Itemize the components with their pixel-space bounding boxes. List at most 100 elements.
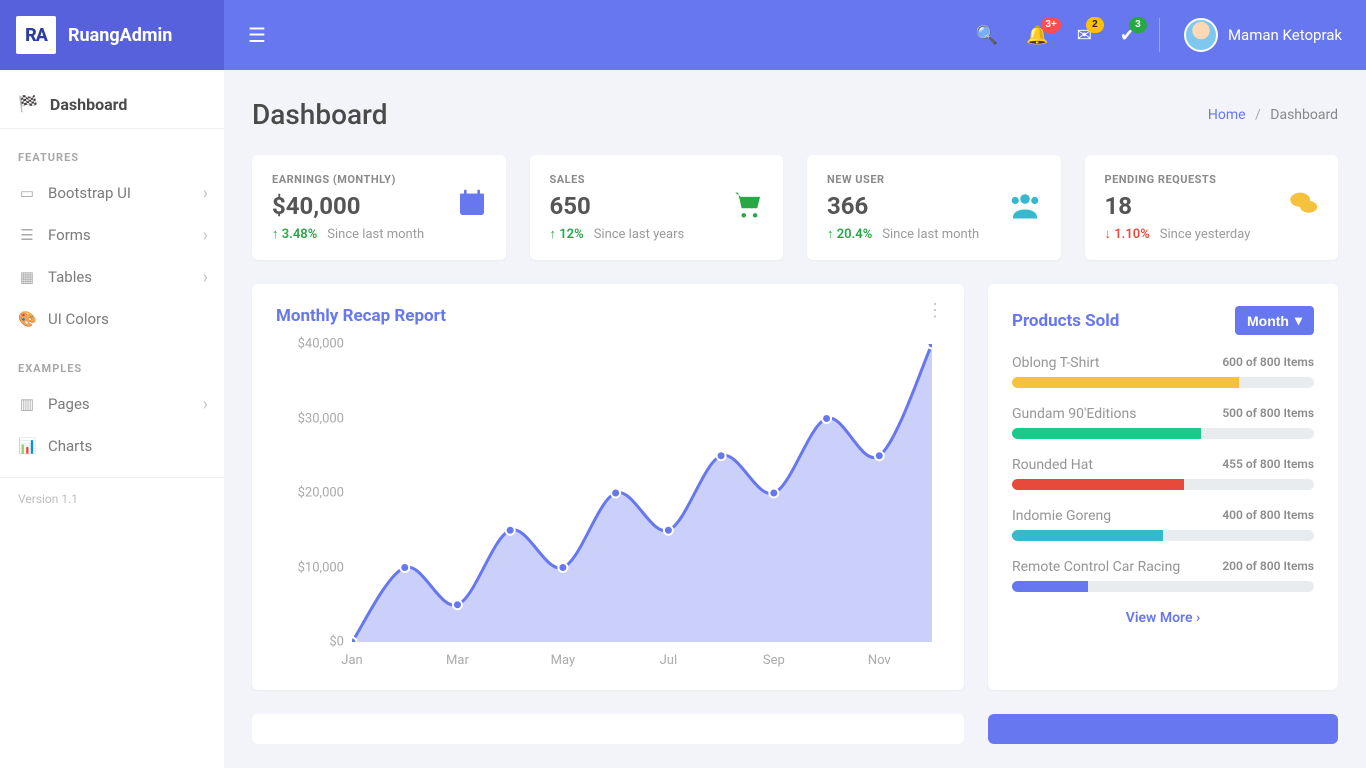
cart-icon <box>731 187 765 229</box>
main: ☰ 🔍 🔔3+ ✉2 ✔3 Maman Ketoprak Dashboard H… <box>224 0 1366 768</box>
sidebar-heading-features: FEATURES <box>0 129 224 172</box>
chart-icon: 📊 <box>18 437 36 455</box>
product-item: Oblong T-Shirt 600 of 800 Items <box>1012 355 1314 388</box>
brand[interactable]: RA RuangAdmin <box>0 0 224 70</box>
table-icon: ▦ <box>18 268 36 286</box>
view-more-link[interactable]: View More <box>1012 610 1314 626</box>
version-text: Version 1.1 <box>0 478 224 520</box>
sidebar-item-pages[interactable]: ▥ Pages <box>0 383 224 425</box>
sidebar: RA RuangAdmin 🏁 Dashboard FEATURES ▭ Boo… <box>0 0 224 768</box>
progress-fill <box>1012 581 1088 592</box>
sidebar-item-label: Bootstrap UI <box>48 184 131 202</box>
progress-fill <box>1012 377 1239 388</box>
sidebar-item-label: Pages <box>48 395 90 413</box>
progress-fill <box>1012 479 1184 490</box>
stat-card: PENDING REQUESTS 18 ↓ 1.10% Since yester… <box>1085 155 1339 260</box>
tasks-badge: 3 <box>1129 17 1147 33</box>
x-axis-label: Nov <box>868 653 891 668</box>
sidebar-item-label: Dashboard <box>50 95 127 114</box>
search-icon[interactable]: 🔍 <box>976 25 998 46</box>
tasks-icon[interactable]: ✔3 <box>1120 25 1135 46</box>
palette-icon: 🎨 <box>18 310 36 328</box>
chart-title: Monthly Recap Report <box>276 306 940 326</box>
product-name: Gundam 90'Editions <box>1012 406 1136 422</box>
y-axis-label: $30,000 <box>276 411 344 426</box>
progress-track <box>1012 479 1314 490</box>
stat-cards-row: EARNINGS (MONTHLY) $40,000 ↑ 3.48% Since… <box>252 155 1338 260</box>
bell-icon[interactable]: 🔔3+ <box>1026 25 1048 46</box>
chart-area: $0$10,000$20,000$30,000$40,000JanMarMayJ… <box>276 338 940 668</box>
sidebar-item-tables[interactable]: ▦ Tables <box>0 256 224 298</box>
sidebar-item-label: Tables <box>48 268 92 286</box>
monthly-recap-card: Monthly Recap Report ⋮ $0 $10,000 $20,000 $… <box>252 284 964 690</box>
stat-change: ↑ 20.4% <box>827 226 872 242</box>
products-list: Oblong T-Shirt 600 of 800 Items Gundam 9… <box>1012 355 1314 592</box>
product-count: 400 of 800 Items <box>1222 508 1314 524</box>
stat-label: NEW USER <box>827 173 1041 186</box>
sidebar-heading-examples: EXAMPLES <box>0 340 224 383</box>
products-sold-card: Products Sold Month ▾ Oblong T-Shirt 600… <box>988 284 1338 690</box>
sidebar-item-forms[interactable]: ☰ Forms <box>0 214 224 256</box>
page-content: Dashboard Home / Dashboard EARNINGS (MON… <box>224 70 1366 768</box>
line-chart <box>352 344 932 642</box>
gauge-icon: 🏁 <box>18 94 38 114</box>
user-menu[interactable]: Maman Ketoprak <box>1184 18 1342 52</box>
breadcrumb: Home / Dashboard <box>1208 107 1338 123</box>
mail-badge: 2 <box>1086 17 1104 33</box>
sidebar-item-label: Charts <box>48 437 92 455</box>
stat-change: ↑ 12% <box>550 226 584 242</box>
sidebar-item-bootstrap-ui[interactable]: ▭ Bootstrap UI <box>0 172 224 214</box>
sidebar-item-charts[interactable]: 📊 Charts <box>0 425 224 467</box>
stat-change: ↑ 3.48% <box>272 226 317 242</box>
stat-card: EARNINGS (MONTHLY) $40,000 ↑ 3.48% Since… <box>252 155 506 260</box>
brand-logo: RA <box>16 16 56 54</box>
breadcrumb-home[interactable]: Home <box>1208 107 1246 123</box>
form-icon: ☰ <box>18 226 36 244</box>
brand-name: RuangAdmin <box>68 25 172 46</box>
sidebar-item-dashboard[interactable]: 🏁 Dashboard <box>0 80 224 128</box>
page-title: Dashboard <box>252 98 387 131</box>
product-count: 200 of 800 Items <box>1222 559 1314 575</box>
sidebar-item-label: UI Colors <box>48 310 109 328</box>
product-name: Rounded Hat <box>1012 457 1093 473</box>
stat-label: EARNINGS (MONTHLY) <box>272 173 486 186</box>
progress-track <box>1012 428 1314 439</box>
products-period-label: Month <box>1247 313 1289 329</box>
x-axis-label: Mar <box>446 653 469 668</box>
sidebar-nav: 🏁 Dashboard FEATURES ▭ Bootstrap UI ☰ Fo… <box>0 70 224 768</box>
x-axis-label: Sep <box>763 653 785 668</box>
stat-card: NEW USER 366 ↑ 20.4% Since last month <box>807 155 1061 260</box>
avatar <box>1184 18 1218 52</box>
sidebar-item-label: Forms <box>48 226 91 244</box>
progress-fill <box>1012 428 1201 439</box>
comments-icon <box>1286 187 1320 229</box>
sidebar-item-ui-colors[interactable]: 🎨 UI Colors <box>0 298 224 340</box>
product-name: Remote Control Car Racing <box>1012 559 1180 575</box>
chart-menu-icon[interactable]: ⋮ <box>926 306 944 317</box>
stat-since: Since last month <box>327 227 424 242</box>
stat-value: $40,000 <box>272 192 486 220</box>
product-item: Remote Control Car Racing 200 of 800 Ite… <box>1012 559 1314 592</box>
menu-toggle-icon[interactable]: ☰ <box>248 23 266 48</box>
secondary-card-left <box>252 714 964 744</box>
topbar-separator <box>1159 18 1160 52</box>
columns-icon: ▥ <box>18 395 36 413</box>
progress-track <box>1012 581 1314 592</box>
y-axis-label: $20,000 <box>276 486 344 501</box>
stat-label: PENDING REQUESTS <box>1105 173 1319 186</box>
y-axis-label: $40,000 <box>276 337 344 352</box>
mail-icon[interactable]: ✉2 <box>1077 25 1092 46</box>
y-axis-label: $0 <box>276 635 344 650</box>
product-name: Indomie Goreng <box>1012 508 1111 524</box>
bell-badge: 3+ <box>1041 17 1060 33</box>
stat-since: Since last years <box>594 227 685 242</box>
x-axis-label: Jul <box>660 653 678 668</box>
users-icon <box>1007 187 1043 231</box>
product-item: Rounded Hat 455 of 800 Items <box>1012 457 1314 490</box>
product-name: Oblong T-Shirt <box>1012 355 1099 371</box>
products-period-dropdown[interactable]: Month ▾ <box>1235 306 1314 335</box>
calendar-icon <box>456 187 488 227</box>
progress-track <box>1012 530 1314 541</box>
y-axis-label: $10,000 <box>276 560 344 575</box>
topbar: ☰ 🔍 🔔3+ ✉2 ✔3 Maman Ketoprak <box>224 0 1366 70</box>
